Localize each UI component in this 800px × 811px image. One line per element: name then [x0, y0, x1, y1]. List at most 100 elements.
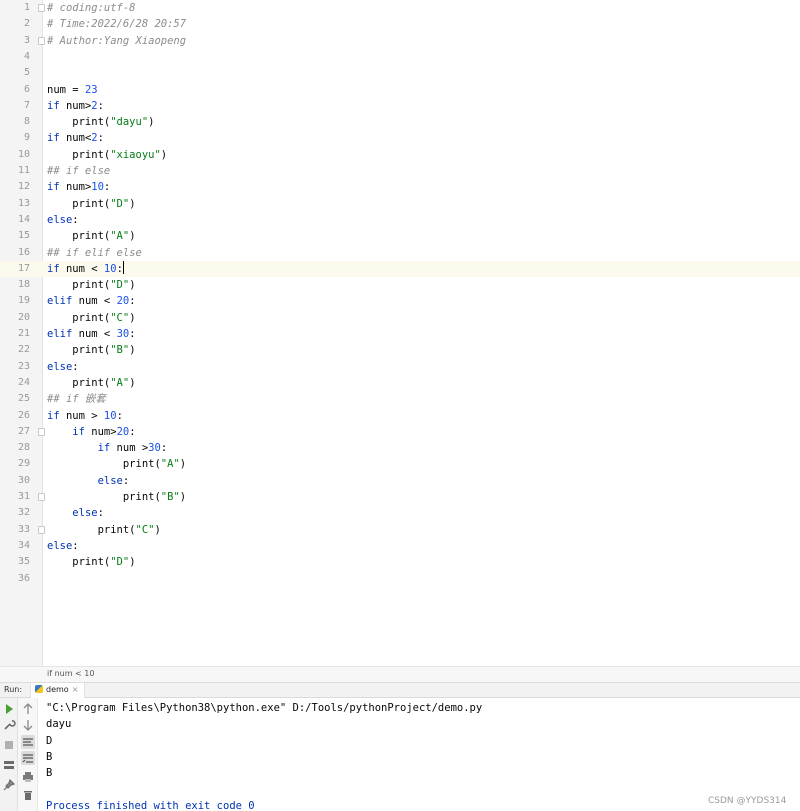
- code-text[interactable]: print("B"): [47, 489, 186, 505]
- code-line[interactable]: 28 if num >30:: [0, 440, 800, 456]
- code-text[interactable]: else:: [47, 538, 79, 554]
- code-text[interactable]: if num>20:: [47, 424, 135, 440]
- code-token: ): [160, 148, 168, 161]
- code-text[interactable]: # Author:Yang Xiaopeng: [47, 33, 186, 49]
- code-line[interactable]: 25 ## if 嵌套: [0, 391, 800, 407]
- code-line[interactable]: 20 print("C"): [0, 310, 800, 326]
- code-text[interactable]: print("xiaoyu"): [47, 147, 167, 163]
- code-text[interactable]: print("D"): [47, 196, 135, 212]
- stop-icon[interactable]: [2, 738, 16, 752]
- code-line[interactable]: 16 ## if elif else: [0, 245, 800, 261]
- code-line[interactable]: 7 if num>2:: [0, 98, 800, 114]
- scroll-to-end-icon[interactable]: [21, 751, 35, 765]
- fold-marker-icon[interactable]: [38, 493, 45, 501]
- code-line[interactable]: 8 print("dayu"): [0, 114, 800, 130]
- code-text[interactable]: if num<2:: [47, 130, 104, 146]
- code-line[interactable]: 34 else:: [0, 538, 800, 554]
- code-text[interactable]: ## if else: [47, 163, 110, 179]
- code-line[interactable]: 10 print("xiaoyu"): [0, 147, 800, 163]
- code-text[interactable]: if num >30:: [47, 440, 168, 456]
- code-line[interactable]: 22 print("B"): [0, 342, 800, 358]
- code-line[interactable]: 2 # Time:2022/6/28 20:57: [0, 16, 800, 32]
- code-text[interactable]: print("A"): [47, 228, 135, 244]
- code-text[interactable]: print("A"): [47, 456, 186, 472]
- code-token: print(: [47, 458, 161, 471]
- code-line[interactable]: 23 else:: [0, 359, 800, 375]
- code-text[interactable]: ## if 嵌套: [47, 391, 106, 407]
- code-text[interactable]: print("A"): [47, 375, 135, 391]
- line-number: 15: [17, 230, 30, 242]
- fold-marker-icon[interactable]: [38, 427, 45, 436]
- code-line[interactable]: 4: [0, 49, 800, 65]
- close-tab-icon[interactable]: ×: [72, 685, 79, 694]
- pin-icon[interactable]: [2, 778, 16, 792]
- code-text[interactable]: if num>2:: [47, 98, 104, 114]
- code-text[interactable]: print("C"): [47, 310, 135, 326]
- code-text[interactable]: print("D"): [47, 554, 135, 570]
- up-icon[interactable]: [21, 702, 35, 716]
- code-token: print(: [47, 376, 111, 389]
- code-editor[interactable]: 1 # coding:utf-8 2 # Time:2022/6/28 20:57 3 #…: [0, 0, 800, 666]
- soft-wrap-icon[interactable]: [21, 735, 35, 749]
- fold-marker-icon[interactable]: [38, 36, 45, 45]
- code-line[interactable]: 27 if num>20:: [0, 424, 800, 440]
- code-text[interactable]: else:: [47, 473, 130, 489]
- code-line[interactable]: 12 if num>10:: [0, 179, 800, 195]
- fold-marker-icon[interactable]: [38, 525, 45, 534]
- wrench-icon[interactable]: [2, 718, 16, 732]
- code-line[interactable]: 31 print("B"): [0, 489, 800, 505]
- down-icon[interactable]: [21, 718, 35, 732]
- code-text[interactable]: # coding:utf-8: [47, 0, 136, 16]
- code-line[interactable]: 30 else:: [0, 473, 800, 489]
- code-line[interactable]: 1 # coding:utf-8: [0, 0, 800, 16]
- line-number: 10: [17, 148, 30, 160]
- code-text[interactable]: else:: [47, 505, 104, 521]
- code-text[interactable]: else:: [47, 212, 79, 228]
- code-line[interactable]: 24 print("A"): [0, 375, 800, 391]
- trash-icon[interactable]: [21, 788, 35, 802]
- code-line[interactable]: 6 num = 23: [0, 82, 800, 98]
- code-text[interactable]: if num < 10:: [47, 260, 124, 277]
- code-token: 30: [148, 442, 161, 455]
- code-text[interactable]: print("dayu"): [47, 114, 154, 130]
- code-text[interactable]: elif num < 30:: [47, 326, 136, 342]
- code-line[interactable]: 18 print("D"): [0, 277, 800, 293]
- code-text[interactable]: if num>10:: [47, 179, 110, 195]
- code-line[interactable]: 19 elif num < 20:: [0, 293, 800, 309]
- code-line[interactable]: 11 ## if else: [0, 163, 800, 179]
- code-token: :: [129, 295, 136, 308]
- code-line[interactable]: 36: [0, 571, 800, 587]
- code-line[interactable]: 26 if num > 10:: [0, 408, 800, 424]
- code-text[interactable]: print("B"): [47, 342, 135, 358]
- code-text[interactable]: print("C"): [47, 522, 161, 538]
- code-line[interactable]: 35 print("D"): [0, 554, 800, 570]
- code-line[interactable]: 5: [0, 65, 800, 81]
- code-line[interactable]: 17 if num < 10:: [0, 260, 800, 277]
- code-line[interactable]: 9 if num<2:: [0, 130, 800, 146]
- code-token: 30: [116, 328, 130, 340]
- run-icon[interactable]: [2, 702, 16, 716]
- code-line[interactable]: 3 # Author:Yang Xiaopeng: [0, 33, 800, 49]
- code-line[interactable]: 29 print("A"): [0, 456, 800, 472]
- code-line[interactable]: 13 print("D"): [0, 196, 800, 212]
- layout-icon[interactable]: [2, 758, 16, 772]
- code-text[interactable]: elif num < 20:: [47, 293, 136, 309]
- fold-marker-icon[interactable]: [38, 4, 45, 12]
- print-icon[interactable]: [21, 770, 35, 784]
- code-text[interactable]: ## if elif else: [47, 245, 142, 261]
- console-command-line: "C:\Program Files\Python38\python.exe" D…: [46, 702, 483, 714]
- code-line[interactable]: 14 else:: [0, 212, 800, 228]
- code-text[interactable]: if num > 10:: [47, 408, 123, 424]
- code-line[interactable]: 15 print("A"): [0, 228, 800, 244]
- breadcrumb[interactable]: if num < 10: [0, 666, 800, 683]
- code-text[interactable]: # Time:2022/6/28 20:57: [47, 16, 186, 32]
- code-line[interactable]: 32 else:: [0, 505, 800, 521]
- code-text[interactable]: num = 23: [47, 82, 98, 98]
- code-line[interactable]: 33 print("C"): [0, 522, 800, 538]
- code-text[interactable]: else:: [47, 359, 79, 375]
- breadcrumb-item[interactable]: if num < 10: [47, 669, 94, 678]
- run-tab-demo[interactable]: demo ×: [30, 683, 86, 698]
- code-text[interactable]: print("D"): [47, 277, 135, 293]
- code-line[interactable]: 21 elif num < 30:: [0, 326, 800, 342]
